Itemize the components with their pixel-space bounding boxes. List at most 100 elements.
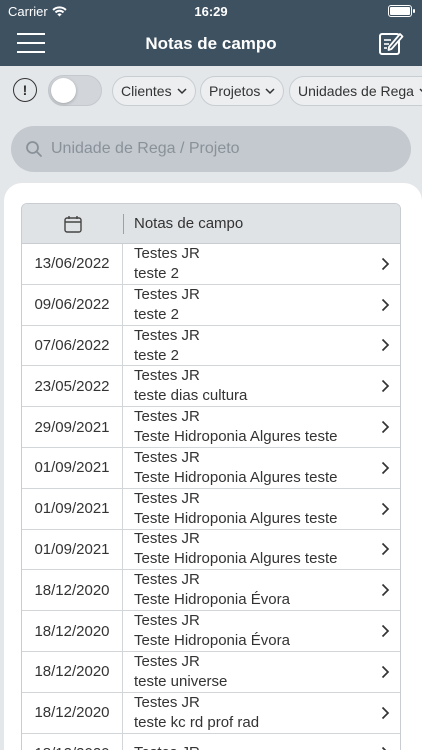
new-note-button[interactable] (378, 30, 404, 56)
table-row[interactable]: 01/09/2021 Testes JR Teste Hidroponia Algu… (22, 529, 400, 571)
note-info: Testes JR teste dias cultura (123, 366, 370, 406)
info-symbol: ! (22, 82, 28, 98)
table-row[interactable]: 18/12/2020 Testes JR Teste Hidroponia Évor… (22, 570, 400, 612)
note-project: Testes JR (134, 571, 200, 589)
note-unit: teste universe (134, 672, 228, 690)
note-unit: teste 2 (134, 264, 180, 282)
note-date: 29/09/2021 (22, 407, 123, 447)
note-info: Testes JR Teste Hidroponia Algures teste (123, 448, 370, 488)
note-project: Testes JR (134, 244, 200, 262)
chevron-right-icon (370, 734, 400, 750)
note-unit: Teste Hidroponia Algures teste (134, 509, 338, 527)
note-info: Testes JR Teste Hidroponia Algures teste (123, 530, 370, 570)
note-project: Testes JR (134, 612, 200, 630)
note-date: 01/09/2021 (22, 488, 123, 529)
field-notes-table: Notas de campo 13/06/2022 Testes JR teste … (21, 203, 401, 750)
table-row[interactable]: 13/06/2022 Testes JR teste 2 (22, 244, 400, 285)
chip-label: Clientes (121, 83, 172, 99)
table-row[interactable]: 01/09/2021 Testes JR Teste Hidroponia Algu… (22, 447, 400, 489)
note-date: 13/06/2022 (22, 244, 123, 284)
chevron-right-icon (370, 489, 400, 529)
note-date: 23/05/2022 (22, 366, 123, 407)
chevron-right-icon (370, 652, 400, 692)
edit-note-icon (379, 33, 404, 55)
battery-icon (388, 5, 415, 17)
unidades-rega-filter-chip[interactable]: Unidades de Rega (289, 76, 422, 106)
note-project: Testes JR (134, 489, 200, 507)
note-project: Testes JR (134, 530, 200, 548)
chevron-right-icon (370, 366, 400, 406)
note-unit: Teste Hidroponia Algures teste (134, 468, 338, 486)
note-date: 18/12/2020 (22, 611, 123, 651)
table-header: Notas de campo (22, 204, 400, 244)
table-row[interactable]: 07/06/2022 Testes JR teste 2 (22, 325, 400, 367)
note-date: 18/12/2020 (22, 570, 123, 611)
table-row[interactable]: 23/05/2022 Testes JR teste dias cultura (22, 366, 400, 408)
table-row[interactable]: 18/12/2020 Testes JR teste kc rd prof rad (22, 692, 400, 734)
note-info: Testes JR teste universe (123, 652, 370, 692)
date-column-header (22, 204, 123, 243)
table-row[interactable]: 09/06/2022 Testes JR teste 2 (22, 284, 400, 326)
chevron-right-icon (370, 326, 400, 366)
filter-toggle[interactable] (48, 75, 102, 106)
table-row[interactable]: 18/12/2020 Testes JR teste universe (22, 651, 400, 693)
status-time: 16:29 (194, 4, 228, 19)
note-date: 07/06/2022 (22, 325, 123, 366)
note-project: Testes JR (134, 367, 200, 385)
note-date: 09/06/2022 (22, 284, 123, 325)
toggle-knob (51, 78, 76, 103)
chevron-right-icon (370, 285, 400, 325)
note-project: Testes JR (134, 652, 200, 670)
note-project: Testes JR (134, 448, 200, 466)
note-project: Testes JR (134, 408, 200, 426)
chevron-right-icon (370, 448, 400, 488)
note-info: Testes JR Teste Hidroponia Algures teste (123, 407, 370, 447)
note-unit: Teste Hidroponia Évora (134, 632, 290, 650)
note-unit: Teste Hidroponia Évora (134, 591, 290, 609)
note-info: Testes JR teste 2 (123, 326, 370, 366)
calendar-icon (63, 215, 82, 233)
filter-bar: ! Clientes Projetos Unidades de Rega (0, 66, 422, 118)
note-project: Testes JR (134, 743, 370, 750)
note-info: Testes JR Teste Hidroponia Évora (123, 570, 370, 610)
table-body: 13/06/2022 Testes JR teste 2 09/06/2022 Test… (22, 244, 400, 750)
chevron-right-icon (370, 570, 400, 610)
note-info: Testes JR (123, 734, 370, 750)
chevron-right-icon (370, 530, 400, 570)
page-title: Notas de campo (145, 34, 277, 53)
search-bar[interactable] (11, 126, 411, 172)
info-icon[interactable]: ! (13, 78, 37, 102)
chevron-right-icon (370, 244, 400, 284)
note-unit: teste kc rd prof rad (134, 713, 260, 731)
clientes-filter-chip[interactable]: Clientes (112, 76, 196, 106)
status-bar: Carrier 16:29 (0, 0, 422, 22)
table-row[interactable]: 18/12/2020 Testes JR Teste Hidroponia Évor… (22, 611, 400, 652)
note-unit: Teste Hidroponia Algures teste (134, 550, 338, 568)
chevron-down-icon (265, 87, 275, 94)
note-unit: teste 2 (134, 346, 180, 364)
nav-header: Notas de campo (0, 22, 422, 66)
note-unit: Teste Hidroponia Algures teste (134, 428, 338, 446)
notes-column-header: Notas de campo (134, 215, 244, 232)
note-info: Testes JR Teste Hidroponia Algures teste (123, 489, 370, 529)
projetos-filter-chip[interactable]: Projetos (200, 76, 285, 106)
table-row[interactable]: 01/09/2021 Testes JR Teste Hidroponia Algu… (22, 488, 400, 530)
table-row[interactable]: 18/12/2020 Testes JR (22, 733, 400, 750)
note-unit: teste 2 (134, 305, 180, 323)
chevron-right-icon (370, 407, 400, 447)
chevron-right-icon (370, 611, 400, 651)
table-row[interactable]: 29/09/2021 Testes JR Teste Hidroponia Algu… (22, 407, 400, 448)
search-input[interactable] (51, 126, 411, 172)
chip-label: Projetos (209, 83, 261, 99)
chevron-down-icon (177, 87, 187, 94)
note-project: Testes JR (134, 285, 200, 303)
note-project: Testes JR (134, 693, 200, 711)
chip-label: Unidades de Rega (298, 83, 414, 99)
note-date: 18/12/2020 (22, 651, 123, 692)
note-info: Testes JR teste kc rd prof rad (123, 693, 370, 733)
note-project: Testes JR (134, 326, 200, 344)
search-icon (26, 141, 42, 157)
note-info: Testes JR teste 2 (123, 285, 370, 325)
note-info: Testes JR Teste Hidroponia Évora (123, 611, 370, 651)
note-date: 18/12/2020 (22, 733, 123, 750)
